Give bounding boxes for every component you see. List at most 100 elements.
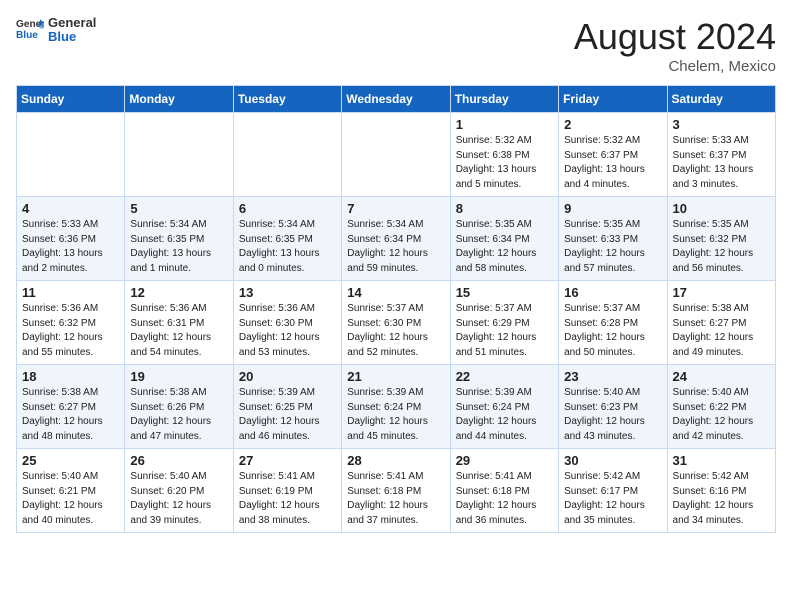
day-info: Sunrise: 5:42 AM Sunset: 6:16 PM Dayligh…: [673, 470, 770, 528]
weekday-header-sunday: Sunday: [17, 86, 125, 113]
calendar-cell: 22Sunrise: 5:39 AM Sunset: 6:24 PM Dayli…: [450, 365, 558, 449]
day-number: 31: [673, 453, 770, 468]
calendar-cell: 26 Sunrise: 5:40 AM Sunset: 6:20 PM Dayli…: [125, 449, 233, 533]
day-info: Sunrise: 5:41 AM Sunset: 6:19 PM Dayligh…: [239, 470, 336, 528]
day-number: 6: [239, 201, 336, 216]
calendar-cell: 17 Sunrise: 5:38 AM Sunset: 6:27 PM Dayli…: [667, 281, 775, 365]
calendar-cell: 2 Sunrise: 5:32 AM Sunset: 6:37 PM Daylig…: [559, 113, 667, 197]
day-number: 14: [347, 285, 444, 300]
day-number: 18: [22, 369, 119, 384]
calendar-cell: 27 Sunrise: 5:41 AM Sunset: 6:19 PM Dayli…: [233, 449, 341, 533]
day-number: 4: [22, 201, 119, 216]
day-info: Sunrise: 5:38 AM Sunset: 6:27 PM Dayligh…: [673, 302, 770, 360]
day-number: 5: [130, 201, 227, 216]
day-number: 15: [456, 285, 553, 300]
day-info: Sunrise: 5:41 AM Sunset: 6:18 PM Dayligh…: [347, 470, 444, 528]
day-number: 2: [564, 117, 661, 132]
day-info: Sunrise: 5:38 AM Sunset: 6:26 PM Dayligh…: [130, 386, 227, 444]
page-header: General Blue General Blue August 2024 Ch…: [16, 16, 776, 75]
calendar-cell: [17, 113, 125, 197]
calendar-cell: 31 Sunrise: 5:42 AM Sunset: 6:16 PM Dayli…: [667, 449, 775, 533]
svg-text:Blue: Blue: [16, 30, 38, 41]
day-info: Sunrise: 5:34 AM Sunset: 6:35 PM Dayligh…: [239, 218, 336, 276]
day-info: Sunrise: 5:39 AM Sunset: 6:24 PM Dayligh…: [347, 386, 444, 444]
day-number: 25: [22, 453, 119, 468]
calendar-cell: 12 Sunrise: 5:36 AM Sunset: 6:31 PM Dayli…: [125, 281, 233, 365]
day-info: Sunrise: 5:42 AM Sunset: 6:17 PM Dayligh…: [564, 470, 661, 528]
day-info: Sunrise: 5:35 AM Sunset: 6:33 PM Dayligh…: [564, 218, 661, 276]
day-info: Sunrise: 5:33 AM Sunset: 6:37 PM Dayligh…: [673, 134, 770, 192]
day-number: 30: [564, 453, 661, 468]
weekday-header-saturday: Saturday: [667, 86, 775, 113]
calendar-cell: 24Sunrise: 5:40 AM Sunset: 6:22 PM Dayli…: [667, 365, 775, 449]
calendar-cell: 15 Sunrise: 5:37 AM Sunset: 6:29 PM Dayli…: [450, 281, 558, 365]
day-info: Sunrise: 5:32 AM Sunset: 6:38 PM Dayligh…: [456, 134, 553, 192]
calendar-cell: 16Sunrise: 5:37 AM Sunset: 6:28 PM Dayli…: [559, 281, 667, 365]
day-number: 1: [456, 117, 553, 132]
day-number: 27: [239, 453, 336, 468]
week-row-3: 11 Sunrise: 5:36 AM Sunset: 6:32 PM Dayli…: [17, 281, 776, 365]
calendar-cell: 18 Sunrise: 5:38 AM Sunset: 6:27 PM Dayli…: [17, 365, 125, 449]
week-row-4: 18 Sunrise: 5:38 AM Sunset: 6:27 PM Dayli…: [17, 365, 776, 449]
day-number: 26: [130, 453, 227, 468]
day-info: Sunrise: 5:40 AM Sunset: 6:21 PM Dayligh…: [22, 470, 119, 528]
day-number: 28: [347, 453, 444, 468]
day-info: Sunrise: 5:37 AM Sunset: 6:28 PM Dayligh…: [564, 302, 661, 360]
calendar-cell: 13 Sunrise: 5:36 AM Sunset: 6:30 PM Dayli…: [233, 281, 341, 365]
calendar-cell: 4 Sunrise: 5:33 AM Sunset: 6:36 PM Daylig…: [17, 197, 125, 281]
week-row-2: 4 Sunrise: 5:33 AM Sunset: 6:36 PM Daylig…: [17, 197, 776, 281]
calendar-cell: 14 Sunrise: 5:37 AM Sunset: 6:30 PM Dayli…: [342, 281, 450, 365]
logo-general-text: General: [48, 16, 96, 30]
calendar-cell: 5 Sunrise: 5:34 AM Sunset: 6:35 PM Daylig…: [125, 197, 233, 281]
calendar-cell: 21Sunrise: 5:39 AM Sunset: 6:24 PM Dayli…: [342, 365, 450, 449]
day-info: Sunrise: 5:33 AM Sunset: 6:36 PM Dayligh…: [22, 218, 119, 276]
calendar-cell: 23 Sunrise: 5:40 AM Sunset: 6:23 PM Dayli…: [559, 365, 667, 449]
day-info: Sunrise: 5:36 AM Sunset: 6:30 PM Dayligh…: [239, 302, 336, 360]
logo-icon: General Blue: [16, 16, 44, 44]
calendar-cell: [233, 113, 341, 197]
day-info: Sunrise: 5:35 AM Sunset: 6:32 PM Dayligh…: [673, 218, 770, 276]
day-info: Sunrise: 5:35 AM Sunset: 6:34 PM Dayligh…: [456, 218, 553, 276]
calendar-cell: 19 Sunrise: 5:38 AM Sunset: 6:26 PM Dayli…: [125, 365, 233, 449]
calendar-cell: [342, 113, 450, 197]
calendar-cell: 1 Sunrise: 5:32 AM Sunset: 6:38 PM Daylig…: [450, 113, 558, 197]
day-number: 8: [456, 201, 553, 216]
day-info: Sunrise: 5:37 AM Sunset: 6:29 PM Dayligh…: [456, 302, 553, 360]
day-number: 12: [130, 285, 227, 300]
day-info: Sunrise: 5:41 AM Sunset: 6:18 PM Dayligh…: [456, 470, 553, 528]
day-info: Sunrise: 5:39 AM Sunset: 6:24 PM Dayligh…: [456, 386, 553, 444]
day-info: Sunrise: 5:37 AM Sunset: 6:30 PM Dayligh…: [347, 302, 444, 360]
day-info: Sunrise: 5:36 AM Sunset: 6:31 PM Dayligh…: [130, 302, 227, 360]
day-number: 17: [673, 285, 770, 300]
weekday-header-thursday: Thursday: [450, 86, 558, 113]
calendar-cell: 3Sunrise: 5:33 AM Sunset: 6:37 PM Daylig…: [667, 113, 775, 197]
weekday-header-monday: Monday: [125, 86, 233, 113]
day-number: 10: [673, 201, 770, 216]
day-info: Sunrise: 5:32 AM Sunset: 6:37 PM Dayligh…: [564, 134, 661, 192]
day-info: Sunrise: 5:36 AM Sunset: 6:32 PM Dayligh…: [22, 302, 119, 360]
day-info: Sunrise: 5:40 AM Sunset: 6:20 PM Dayligh…: [130, 470, 227, 528]
calendar-cell: 28 Sunrise: 5:41 AM Sunset: 6:18 PM Dayli…: [342, 449, 450, 533]
calendar-cell: 7Sunrise: 5:34 AM Sunset: 6:34 PM Daylig…: [342, 197, 450, 281]
day-info: Sunrise: 5:39 AM Sunset: 6:25 PM Dayligh…: [239, 386, 336, 444]
day-number: 24: [673, 369, 770, 384]
day-number: 13: [239, 285, 336, 300]
logo: General Blue General Blue: [16, 16, 96, 45]
location: Chelem, Mexico: [574, 58, 776, 75]
calendar-cell: 6 Sunrise: 5:34 AM Sunset: 6:35 PM Daylig…: [233, 197, 341, 281]
day-number: 19: [130, 369, 227, 384]
calendar-cell: 25 Sunrise: 5:40 AM Sunset: 6:21 PM Dayli…: [17, 449, 125, 533]
weekday-header-friday: Friday: [559, 86, 667, 113]
calendar-table: SundayMondayTuesdayWednesdayThursdayFrid…: [16, 85, 776, 533]
calendar-cell: 11 Sunrise: 5:36 AM Sunset: 6:32 PM Dayli…: [17, 281, 125, 365]
weekday-header-wednesday: Wednesday: [342, 86, 450, 113]
day-info: Sunrise: 5:34 AM Sunset: 6:35 PM Dayligh…: [130, 218, 227, 276]
day-info: Sunrise: 5:38 AM Sunset: 6:27 PM Dayligh…: [22, 386, 119, 444]
calendar-cell: 30 Sunrise: 5:42 AM Sunset: 6:17 PM Dayli…: [559, 449, 667, 533]
calendar-cell: 9Sunrise: 5:35 AM Sunset: 6:33 PM Daylig…: [559, 197, 667, 281]
logo-blue-text: Blue: [48, 30, 96, 44]
calendar-cell: 10 Sunrise: 5:35 AM Sunset: 6:32 PM Dayli…: [667, 197, 775, 281]
day-info: Sunrise: 5:40 AM Sunset: 6:23 PM Dayligh…: [564, 386, 661, 444]
day-number: 23: [564, 369, 661, 384]
day-number: 11: [22, 285, 119, 300]
